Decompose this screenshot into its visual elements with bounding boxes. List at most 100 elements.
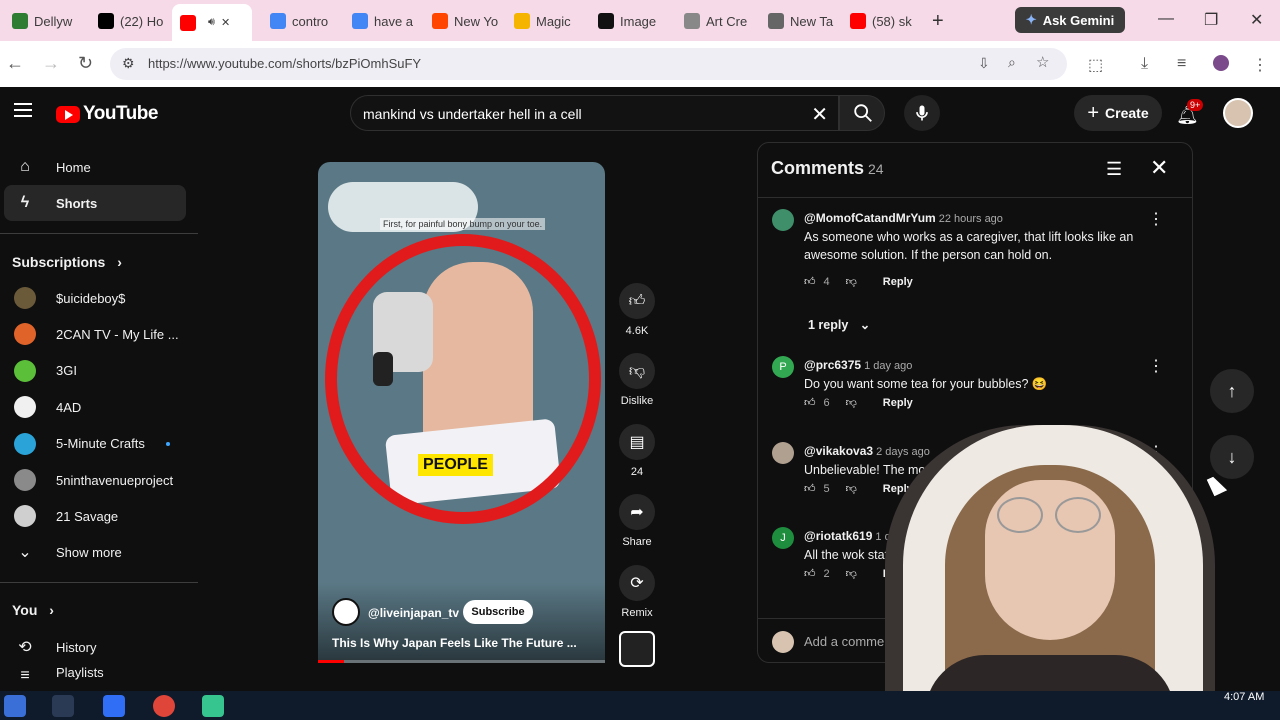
ask-gemini-button[interactable]: ✦ Ask Gemini (1015, 7, 1125, 33)
browser-tab[interactable]: 🔊︎ ✕ (172, 4, 252, 41)
bookmark-star-icon[interactable]: ☆ (1036, 53, 1049, 71)
more-options-icon[interactable]: ⋮ (1148, 209, 1164, 229)
sidebar-item-home[interactable]: ⌂ Home (4, 149, 186, 185)
restore-icon[interactable]: ❐ (1204, 10, 1218, 30)
browser-tab[interactable]: Art Cre (676, 6, 756, 36)
thumbs-down-icon[interactable]: 👎︎ (846, 396, 857, 409)
previous-short-button[interactable]: ↑ (1210, 369, 1254, 413)
sidebar-item-subscription[interactable]: 21 Savage (4, 498, 186, 534)
thumbs-up-icon[interactable]: 👍︎ (804, 567, 816, 580)
subscriptions-heading[interactable]: Subscriptions › (12, 254, 122, 270)
sidebar-item-subscription[interactable]: $uicideboy$ (4, 280, 186, 316)
browser-tab[interactable]: Dellyw (4, 6, 84, 36)
video-title[interactable]: This Is Why Japan Feels Like The Future … (332, 636, 577, 650)
plus-icon: + (1087, 101, 1100, 124)
task-view-icon[interactable] (52, 695, 74, 717)
comment-author[interactable]: @vikakova3 2 days ago (804, 444, 930, 458)
forward-icon[interactable]: → (42, 53, 60, 74)
subscribe-button[interactable]: Subscribe (463, 600, 533, 624)
browser-menu-icon[interactable]: ⋮ (1252, 55, 1268, 75)
next-short-button[interactable]: ↓ (1210, 435, 1254, 479)
avatar[interactable] (772, 209, 794, 231)
sidebar-item-history[interactable]: ⟲ History (4, 629, 186, 665)
chrome-icon[interactable] (153, 695, 175, 717)
avatar[interactable] (772, 442, 794, 464)
thumbs-up-icon: 👍︎ (619, 283, 655, 319)
sort-icon[interactable]: ☰ (1106, 159, 1122, 180)
comments-button[interactable]: ▤ 24 (619, 424, 655, 478)
remix-button[interactable]: ⟳ Remix (619, 565, 655, 619)
channel-name[interactable]: @liveinjapan_tv (368, 606, 459, 620)
browser-tab[interactable]: Image (590, 6, 670, 36)
thumbs-down-icon[interactable]: 👎︎ (846, 275, 857, 288)
sidebar-item-subscription[interactable]: 5-Minute Crafts (4, 426, 186, 462)
reload-icon[interactable]: ↻ (78, 53, 93, 74)
sound-thumbnail[interactable] (619, 631, 655, 667)
sidebar-item-shorts[interactable]: ϟ Shorts (4, 185, 186, 221)
avatar[interactable]: P (772, 356, 794, 378)
more-options-icon[interactable]: ⋮ (1148, 356, 1164, 376)
video-progress-bar[interactable] (318, 660, 605, 663)
profile-avatar[interactable] (1213, 55, 1229, 71)
app-icon[interactable] (202, 695, 224, 717)
comment-author[interactable]: @prc6375 1 day ago (804, 358, 912, 372)
comment-author[interactable]: @MomofCatandMrYum 22 hours ago (804, 211, 1003, 225)
reply-button[interactable]: Reply (883, 397, 913, 409)
thumbs-up-icon[interactable]: 👍︎ (804, 396, 816, 409)
address-bar[interactable]: ⚙ https://www.youtube.com/shorts/bzPiOmh… (110, 48, 1067, 80)
dislike-button[interactable]: 👎︎ Dislike (619, 353, 655, 407)
shorts-video-player[interactable]: First, for painful bony bump on your toe… (318, 162, 605, 663)
show-more-button[interactable]: ⌄ Show more (4, 534, 186, 570)
thumbs-down-icon[interactable]: 👎︎ (846, 567, 857, 580)
like-count: 6 (823, 396, 830, 409)
clear-search-icon[interactable]: ✕ (811, 102, 828, 127)
new-tab-button[interactable]: + (932, 10, 944, 33)
like-button[interactable]: 👍︎ 4.6K (619, 283, 655, 337)
sidebar-item-subscription[interactable]: 3GI (4, 353, 186, 389)
browser-tab[interactable]: New Yo (424, 6, 504, 36)
you-heading[interactable]: You › (12, 602, 54, 618)
browser-tab[interactable]: contro (262, 6, 342, 36)
menu-icon[interactable] (14, 103, 32, 117)
thumbs-down-icon[interactable]: 👎︎ (846, 482, 857, 495)
minimize-icon[interactable]: — (1158, 10, 1174, 28)
account-avatar[interactable] (1223, 98, 1253, 128)
browser-tab[interactable]: New Ta (760, 6, 840, 36)
extensions-icon[interactable]: ⬚ (1088, 55, 1103, 75)
app-icon[interactable] (103, 695, 125, 717)
browser-tab[interactable]: (22) Ho (90, 6, 170, 36)
close-window-icon[interactable]: ✕ (1250, 10, 1263, 30)
back-icon[interactable]: ← (6, 53, 24, 74)
zoom-icon[interactable]: ⌕ (1008, 54, 1016, 71)
install-app-icon[interactable]: ⇩ (978, 55, 990, 72)
reply-button[interactable]: Reply (883, 276, 913, 288)
sidebar-item-subscription[interactable]: 4AD (4, 389, 186, 425)
browser-tab[interactable]: have a (344, 6, 424, 36)
voice-search-button[interactable] (904, 95, 940, 131)
sidebar-item-subscription[interactable]: 2CAN TV - My Life ... (4, 316, 186, 352)
avatar (772, 631, 794, 653)
channel-avatar[interactable] (332, 598, 360, 626)
search-button[interactable] (839, 95, 885, 131)
youtube-logo[interactable]: YouTube (56, 103, 158, 125)
create-button[interactable]: + Create (1074, 95, 1162, 131)
browser-tab[interactable]: Magic (506, 6, 586, 36)
share-button[interactable]: ➦ Share (619, 494, 655, 548)
sidebar-item-playlists[interactable]: ≡ Playlists (4, 665, 186, 685)
thumbs-up-icon[interactable]: 👍︎ (804, 482, 816, 495)
tab-label: New Yo (454, 13, 499, 29)
close-tab-icon[interactable]: ✕ (221, 16, 230, 29)
downloads-icon[interactable]: ⤓ (1141, 55, 1148, 73)
media-controls-icon[interactable]: ≡ (1177, 55, 1186, 73)
sidebar-item-subscription[interactable]: 5ninthavenueproject (4, 462, 186, 498)
thumbs-up-icon[interactable]: 👍︎ (804, 275, 816, 288)
audio-playing-icon[interactable]: 🔊︎ (208, 16, 215, 29)
replies-toggle[interactable]: 1 reply ⌄ (808, 317, 870, 332)
site-info-icon[interactable]: ⚙ (122, 55, 135, 72)
sidebar-item-label: Home (56, 159, 91, 175)
browser-tab[interactable]: (58) sk (842, 6, 922, 36)
windows-start-icon[interactable] (4, 695, 26, 717)
search-input[interactable]: mankind vs undertaker hell in a cell ✕ (350, 95, 839, 131)
avatar[interactable]: J (772, 527, 794, 549)
close-icon[interactable]: ✕ (1150, 155, 1168, 181)
